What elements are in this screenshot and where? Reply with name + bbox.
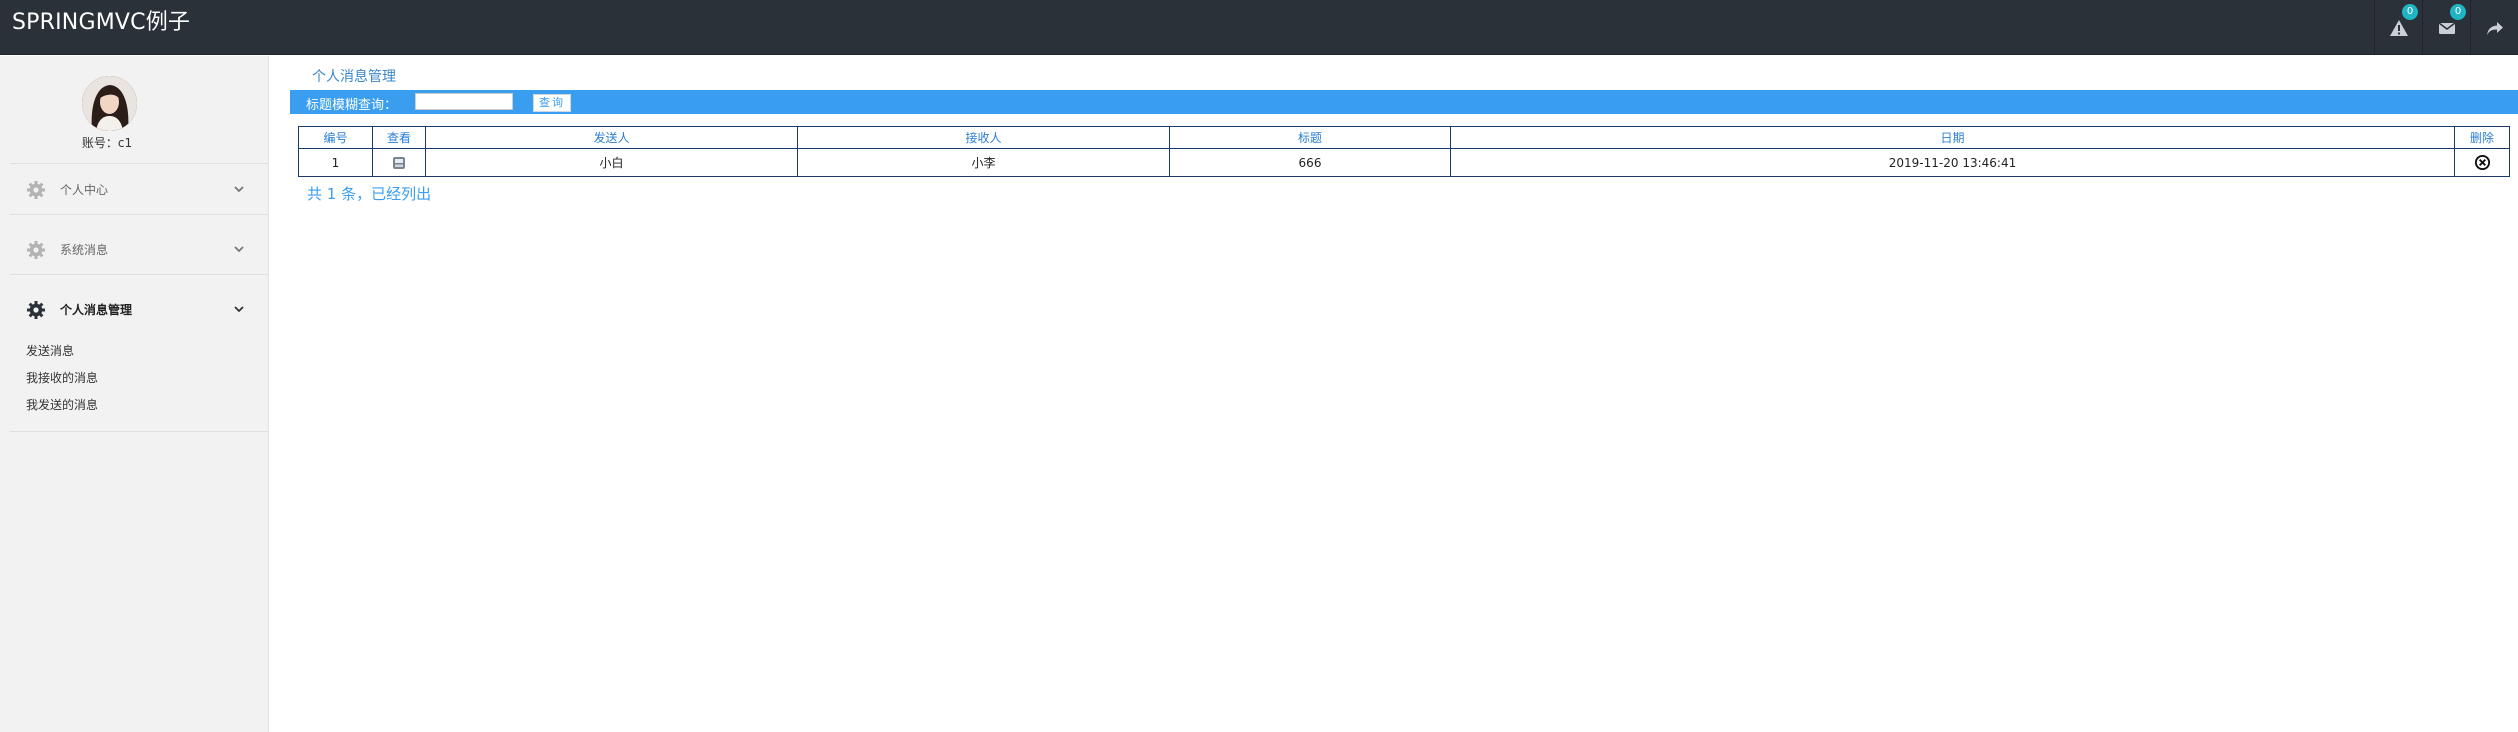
cell-sender: 小白 bbox=[425, 148, 798, 177]
chevron-down-icon bbox=[234, 246, 244, 253]
account-label: 账号：c1 bbox=[81, 136, 133, 150]
menu-item-label: 个人消息管理 bbox=[60, 303, 133, 317]
menu-item-label: 个人中心 bbox=[60, 183, 109, 197]
gear-icon bbox=[27, 181, 45, 199]
cell-delete bbox=[2454, 148, 2510, 177]
submenu-received-messages[interactable]: 我接收的消息 bbox=[26, 369, 98, 386]
submenu-send-message[interactable]: 发送消息 bbox=[26, 342, 74, 359]
menu-divider bbox=[10, 163, 269, 164]
gear-icon bbox=[27, 301, 45, 319]
menu-divider bbox=[10, 214, 269, 215]
view-message-icon[interactable] bbox=[392, 156, 406, 170]
search-button[interactable]: 查询 bbox=[533, 94, 571, 112]
menu-item-system-messages[interactable]: 系统消息 bbox=[0, 234, 269, 264]
column-header-id: 编号 bbox=[298, 126, 373, 149]
menu-item-personal-center[interactable]: 个人中心 bbox=[0, 174, 269, 204]
messages-button[interactable]: 0 bbox=[2422, 0, 2470, 55]
result-summary: 共 1 条，已经列出 bbox=[307, 185, 432, 203]
messages-count-badge: 0 bbox=[2450, 4, 2466, 20]
column-header-sender: 发送人 bbox=[425, 126, 798, 149]
table-header-row: 编号 查看 发送人 接收人 标题 日期 删除 bbox=[298, 126, 2510, 149]
column-header-view: 查看 bbox=[372, 126, 426, 149]
menu-item-label: 系统消息 bbox=[60, 243, 109, 257]
cell-receiver: 小李 bbox=[797, 148, 1170, 177]
menu-divider bbox=[10, 431, 269, 432]
table-row[interactable]: 1 小白 小李 666 2019-11-20 13:46:41 bbox=[298, 148, 2510, 177]
column-header-receiver: 接收人 bbox=[797, 126, 1170, 149]
warning-icon bbox=[2389, 19, 2408, 36]
top-navbar: SPRINGMVC例子 0 0 bbox=[0, 0, 2518, 55]
cell-view bbox=[372, 148, 426, 177]
delete-circle-x-icon[interactable] bbox=[2474, 154, 2491, 171]
cell-date: 2019-11-20 13:46:41 bbox=[1450, 148, 2455, 177]
envelope-icon bbox=[2438, 21, 2455, 34]
search-bar: 标题模糊查询： 查询 bbox=[290, 90, 2518, 114]
app-title[interactable]: SPRINGMVC例子 bbox=[12, 10, 190, 36]
title-search-input[interactable] bbox=[415, 93, 513, 110]
share-arrow-icon bbox=[2486, 21, 2503, 35]
gear-icon bbox=[27, 241, 45, 259]
chevron-down-icon bbox=[234, 186, 244, 193]
cell-title: 666 bbox=[1169, 148, 1451, 177]
cell-id: 1 bbox=[298, 148, 373, 177]
column-header-date: 日期 bbox=[1450, 126, 2455, 149]
alerts-button[interactable]: 0 bbox=[2374, 0, 2422, 55]
top-icons: 0 0 bbox=[2374, 0, 2518, 55]
chevron-down-icon bbox=[234, 306, 244, 313]
column-header-title: 标题 bbox=[1169, 126, 1451, 149]
menu-item-personal-message-management[interactable]: 个人消息管理 bbox=[0, 294, 269, 324]
page-title: 个人消息管理 bbox=[312, 69, 396, 85]
sidebar: 账号：c1 个人中心 系统消息 个人消息管理 发送消息 我接收的消息 我发送的消… bbox=[0, 56, 269, 732]
avatar[interactable] bbox=[82, 76, 137, 131]
alerts-count-badge: 0 bbox=[2402, 4, 2418, 20]
messages-table: 编号 查看 发送人 接收人 标题 日期 删除 1 小白 小李 666 2019-… bbox=[298, 126, 2510, 177]
submenu-sent-messages[interactable]: 我发送的消息 bbox=[26, 396, 98, 413]
column-header-delete: 删除 bbox=[2454, 126, 2510, 149]
search-label: 标题模糊查询： bbox=[306, 98, 398, 113]
menu-divider bbox=[10, 274, 269, 275]
logout-button[interactable] bbox=[2470, 0, 2518, 55]
